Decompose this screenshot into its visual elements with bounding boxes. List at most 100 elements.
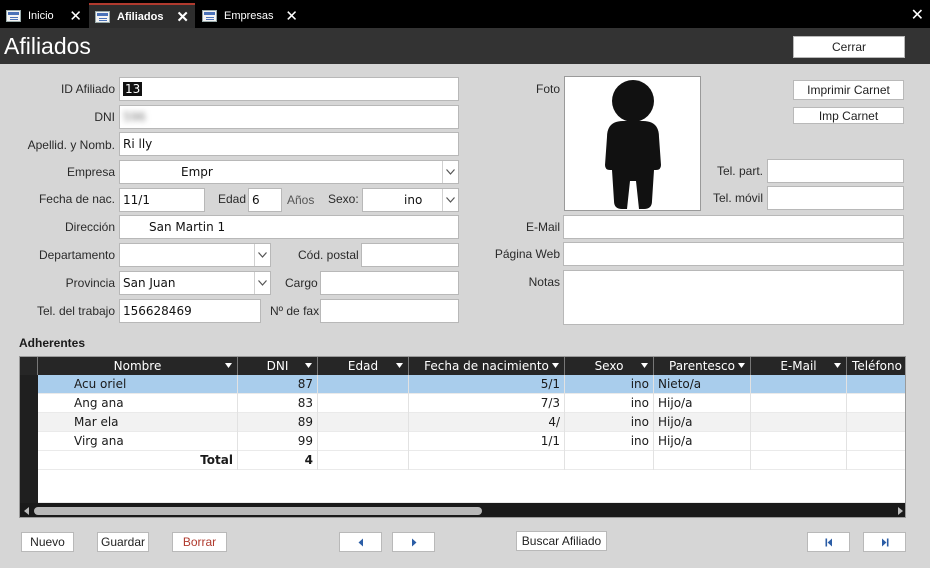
cell-sexo[interactable]: ino xyxy=(565,413,654,432)
scrollbar-thumb[interactable] xyxy=(34,507,482,515)
cell-email[interactable] xyxy=(751,432,847,451)
provincia-combo[interactable]: San Juan xyxy=(119,271,271,295)
table-row[interactable]: Mar ela 89 4/ ino Hijo/a xyxy=(38,413,905,432)
cell-edad[interactable] xyxy=(318,394,409,413)
column-header-fecha[interactable]: Fecha de nacimiento xyxy=(409,357,565,375)
table-row[interactable]: Ang ana 83 7/3 ino Hijo/a xyxy=(38,394,905,413)
table-row[interactable]: Virg ana 99 1/1 ino Hijo/a xyxy=(38,432,905,451)
column-header-email[interactable]: E-Mail xyxy=(751,357,847,375)
foto-label: Foto xyxy=(535,82,560,96)
cell-dni[interactable]: 87 xyxy=(238,375,318,394)
cell-nombre[interactable]: Ang ana xyxy=(38,394,238,413)
delete-button[interactable]: Borrar xyxy=(172,532,227,552)
cell-dni[interactable]: 99 xyxy=(238,432,318,451)
cell-fecha[interactable]: 1/1 xyxy=(409,432,565,451)
direccion-field[interactable]: San Martin 1 xyxy=(119,215,459,239)
cell-nombre[interactable]: Acu oriel xyxy=(38,375,238,394)
column-header-telefono[interactable]: Teléfono xyxy=(847,357,905,375)
id-afiliado-field[interactable]: 13 xyxy=(119,77,459,101)
edad-field[interactable]: 6 xyxy=(248,188,282,212)
scroll-right-icon[interactable] xyxy=(893,503,905,517)
cell-parentesco[interactable]: Hijo/a xyxy=(654,432,751,451)
cell-fecha[interactable]: 5/1 xyxy=(409,375,565,394)
cell-sexo[interactable]: ino xyxy=(565,375,654,394)
cell-parentesco[interactable]: Nieto/a xyxy=(654,375,751,394)
print-card-button[interactable]: Imprimir Carnet xyxy=(793,80,904,100)
cell-telefono[interactable] xyxy=(847,413,905,432)
notas-field[interactable] xyxy=(563,270,904,325)
chevron-down-icon[interactable] xyxy=(254,272,270,294)
tab-inicio[interactable]: Inicio ✕ xyxy=(0,4,88,28)
chevron-down-icon[interactable] xyxy=(442,189,458,211)
sexo-combo[interactable]: ino xyxy=(362,188,459,212)
departamento-combo[interactable] xyxy=(119,243,271,267)
adherentes-grid[interactable]: Nombre DNI Edad Fecha de nacimiento Sexo… xyxy=(19,356,906,518)
tel-trabajo-label: Tel. del trabajo xyxy=(36,304,115,318)
chevron-down-icon[interactable] xyxy=(254,244,270,266)
save-button[interactable]: Guardar xyxy=(97,532,149,552)
cell-parentesco[interactable]: Hijo/a xyxy=(654,413,751,432)
page-title: Afiliados xyxy=(4,33,91,59)
tel-trabajo-field[interactable]: 156628469 xyxy=(119,299,261,323)
cell-edad[interactable] xyxy=(318,432,409,451)
tab-empresas[interactable]: Empresas ✕ xyxy=(196,4,304,28)
tel-movil-field[interactable] xyxy=(767,186,904,210)
column-header-parentesco[interactable]: Parentesco xyxy=(654,357,751,375)
fecha-nac-field[interactable]: 11/1 xyxy=(119,188,205,212)
close-button[interactable]: Cerrar xyxy=(793,36,905,58)
cell-email[interactable] xyxy=(751,394,847,413)
column-header-edad[interactable]: Edad xyxy=(318,357,409,375)
new-record-row[interactable] xyxy=(38,470,905,503)
total-cell xyxy=(751,451,847,470)
cargo-field[interactable] xyxy=(320,271,459,295)
web-field[interactable] xyxy=(563,242,904,266)
fax-field[interactable] xyxy=(320,299,459,323)
next-record-button[interactable] xyxy=(392,532,435,552)
cell-dni[interactable]: 83 xyxy=(238,394,318,413)
dni-field[interactable]: 596 xyxy=(119,105,459,129)
close-icon[interactable]: ✕ xyxy=(285,7,298,25)
imp-card-button[interactable]: Imp Carnet xyxy=(793,107,904,124)
chevron-down-icon[interactable] xyxy=(442,161,458,183)
cell-telefono[interactable] xyxy=(847,375,905,394)
column-header-dni[interactable]: DNI xyxy=(238,357,318,375)
table-row[interactable]: Acu oriel 87 5/1 ino Nieto/a xyxy=(38,375,905,394)
cell-edad[interactable] xyxy=(318,413,409,432)
cell-sexo[interactable]: ino xyxy=(565,432,654,451)
cell-nombre[interactable]: Virg ana xyxy=(38,432,238,451)
column-header-nombre[interactable]: Nombre xyxy=(38,357,238,375)
column-header-label: Parentesco xyxy=(669,359,735,373)
previous-record-button[interactable] xyxy=(339,532,382,552)
cell-telefono[interactable] xyxy=(847,432,905,451)
horizontal-scrollbar[interactable] xyxy=(20,503,905,517)
fecha-nac-value: 11/1 xyxy=(123,193,150,207)
cell-edad[interactable] xyxy=(318,375,409,394)
email-field[interactable] xyxy=(563,215,904,239)
search-afiliado-button[interactable]: Buscar Afiliado xyxy=(516,531,607,551)
cell-parentesco[interactable]: Hijo/a xyxy=(654,394,751,413)
cell-email[interactable] xyxy=(751,413,847,432)
record-selector-column[interactable] xyxy=(20,375,38,503)
close-icon[interactable]: ✕ xyxy=(911,5,924,25)
photo-frame[interactable] xyxy=(564,76,701,211)
cell-fecha[interactable]: 7/3 xyxy=(409,394,565,413)
nombre-field[interactable]: Ri lly xyxy=(119,132,459,156)
column-header-sexo[interactable]: Sexo xyxy=(565,357,654,375)
select-all-corner[interactable] xyxy=(20,357,38,375)
empresa-combo[interactable]: Empr xyxy=(119,160,459,184)
cell-email[interactable] xyxy=(751,375,847,394)
tel-part-field[interactable] xyxy=(767,159,904,183)
tab-afiliados[interactable]: Afiliados ✕ xyxy=(89,3,195,28)
cell-dni[interactable]: 89 xyxy=(238,413,318,432)
scroll-left-icon[interactable] xyxy=(20,503,34,517)
cell-nombre[interactable]: Mar ela xyxy=(38,413,238,432)
cell-telefono[interactable] xyxy=(847,394,905,413)
close-icon[interactable]: ✕ xyxy=(69,7,82,25)
close-icon[interactable]: ✕ xyxy=(176,8,189,26)
cod-postal-field[interactable] xyxy=(361,243,459,267)
cell-sexo[interactable]: ino xyxy=(565,394,654,413)
cell-fecha[interactable]: 4/ xyxy=(409,413,565,432)
new-button[interactable]: Nuevo xyxy=(21,532,74,552)
last-record-button[interactable] xyxy=(863,532,906,552)
first-record-button[interactable] xyxy=(807,532,850,552)
